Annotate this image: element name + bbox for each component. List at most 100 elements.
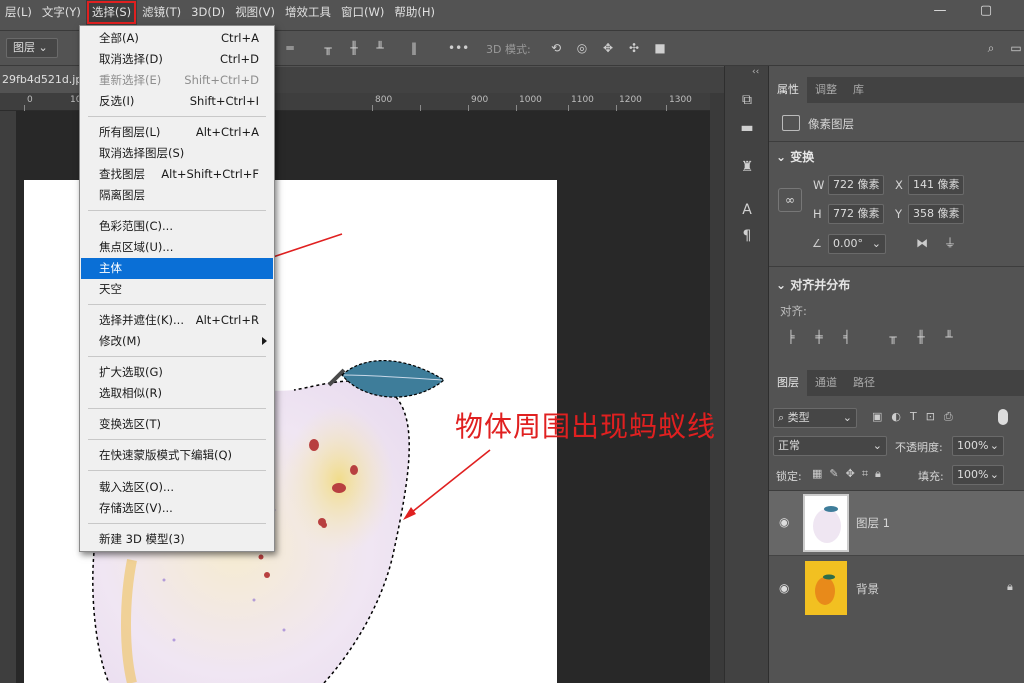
menu-item-all-layers[interactable]: 所有图层(L) Alt+Ctrl+A	[81, 122, 273, 143]
layer-filter-dropdown[interactable]: ⌕ 类型 ⌄	[773, 408, 857, 428]
tab-libraries[interactable]: 库	[845, 77, 872, 103]
menu-item-deselect-layers[interactable]: 取消选择图层(S)	[81, 143, 273, 164]
menu-select[interactable]: 选择(S)	[85, 0, 138, 25]
menu-item-quick-mask[interactable]: 在快速蒙版模式下编辑(Q)	[81, 445, 273, 466]
flip-vertical-icon[interactable]: ⏚	[944, 234, 956, 251]
opacity-field[interactable]: 100% ⌄	[952, 436, 1004, 456]
menu-item-color-range[interactable]: 色彩范围(C)...	[81, 216, 273, 237]
minimize-button[interactable]: —	[920, 0, 960, 25]
menu-item-subject[interactable]: 主体	[81, 258, 273, 279]
maximize-button[interactable]: ▢	[966, 0, 1006, 25]
menu-window[interactable]: 窗口(W)	[336, 0, 389, 25]
menu-item-new-3d-model[interactable]: 新建 3D 模型(3)	[81, 529, 273, 550]
ruler-label: 1100	[571, 95, 594, 105]
fill-field[interactable]: 100% ⌄	[952, 465, 1004, 485]
align-icon[interactable]: ═	[282, 38, 298, 58]
menu-item-save-selection[interactable]: 存储选区(V)...	[81, 498, 273, 519]
menu-item-transform-selection[interactable]: 变换选区(T)	[81, 414, 273, 435]
tab-paths[interactable]: 路径	[845, 370, 883, 396]
align-hcenter-icon[interactable]: ╪	[812, 330, 826, 344]
menu-help[interactable]: 帮助(H)	[389, 0, 440, 25]
menu-layer[interactable]: 层(L)	[0, 0, 37, 25]
menu-item-inverse[interactable]: 反选(I) Shift+Ctrl+I	[81, 91, 273, 112]
y-field[interactable]: 358 像素	[908, 204, 964, 224]
menu-item-deselect[interactable]: 取消选择(D) Ctrl+D	[81, 49, 273, 70]
layer-name[interactable]: 图层 1	[856, 515, 890, 531]
menu-item-sky[interactable]: 天空	[81, 279, 273, 300]
menu-item-shortcut: Ctrl+A	[221, 31, 259, 45]
divider	[769, 141, 1024, 142]
layer-name[interactable]: 背景	[856, 581, 879, 597]
tab-adjustments[interactable]: 调整	[807, 77, 845, 103]
layer-filter-icons[interactable]: ▣◐T⊡⎙	[872, 410, 962, 424]
drag-3d-icon[interactable]: ✥	[600, 38, 616, 58]
document-tab[interactable]: 29fb4d521d.jpg	[0, 67, 82, 93]
menu-item-grow[interactable]: 扩大选取(G)	[81, 362, 273, 383]
align-vcenter-icon[interactable]: ╫	[346, 38, 362, 58]
height-field[interactable]: 772 像素	[828, 204, 884, 224]
tab-layers[interactable]: 图层	[769, 370, 807, 396]
align-top-icon[interactable]: ╥	[320, 38, 336, 58]
transform-section-title[interactable]: ⌄ 变换	[776, 148, 814, 165]
ruler-label: 1000	[519, 95, 542, 105]
auto-select-dropdown[interactable]: 图层 ⌄	[6, 38, 58, 58]
menu-item-label: 隔离图层	[99, 188, 145, 202]
tab-channels[interactable]: 通道	[807, 370, 845, 396]
collapse-panels-icon[interactable]: ‹‹	[752, 67, 759, 77]
stamp-icon[interactable]: ♜	[734, 155, 760, 179]
menu-item-label: 反选(I)	[99, 94, 135, 108]
menu-item-select-all[interactable]: 全部(A) Ctrl+A	[81, 28, 273, 49]
link-icon[interactable]: ∞	[778, 188, 802, 212]
menu-item-similar[interactable]: 选取相似(R)	[81, 383, 273, 404]
character-icon[interactable]: A	[734, 198, 760, 222]
align-top-edge-icon[interactable]: ╥	[886, 330, 900, 344]
menu-separator	[88, 210, 266, 211]
history-icon[interactable]: ⧉	[734, 88, 760, 112]
align-section-title[interactable]: ⌄ 对齐并分布	[776, 276, 850, 293]
align-left-icon[interactable]: ╞	[784, 330, 798, 344]
align-vcenter-edge-icon[interactable]: ╫	[914, 330, 928, 344]
menu-3d[interactable]: 3D(D)	[186, 0, 230, 25]
width-field[interactable]: 722 像素	[828, 175, 884, 195]
align-title: 对齐并分布	[790, 278, 851, 292]
menu-filter[interactable]: 滤镜(T)	[137, 0, 186, 25]
eye-icon[interactable]: ◉	[779, 515, 789, 529]
menu-item-modify[interactable]: 修改(M)	[81, 331, 273, 352]
menu-item-find-layers[interactable]: 查找图层 Alt+Shift+Ctrl+F	[81, 164, 273, 185]
lock-icons[interactable]: ▦✎✥⌗🔒︎	[812, 467, 888, 481]
menu-item-isolate-layers[interactable]: 隔离图层	[81, 185, 273, 206]
comment-icon[interactable]: ▬	[734, 116, 760, 140]
menu-item-reselect[interactable]: 重新选择(E) Shift+Ctrl+D	[81, 70, 273, 91]
eye-icon[interactable]: ◉	[779, 581, 789, 595]
workspace-icon[interactable]: ▭	[1008, 38, 1024, 58]
align-bottom-edge-icon[interactable]: ╨	[942, 330, 956, 344]
menu-item-load-selection[interactable]: 载入选区(O)...	[81, 477, 273, 498]
paragraph-icon[interactable]: ¶	[734, 224, 760, 248]
menu-plugins[interactable]: 增效工具	[280, 0, 336, 25]
menu-item-label: 选取相似(R)	[99, 386, 162, 400]
tab-properties[interactable]: 属性	[769, 77, 807, 103]
orbit-3d-icon[interactable]: ⟲	[548, 38, 564, 58]
video-3d-icon[interactable]: ■	[652, 38, 668, 58]
more-options-icon[interactable]: •••	[448, 38, 469, 58]
filter-toggle-icon[interactable]	[998, 409, 1008, 425]
menu-view[interactable]: 视图(V)	[230, 0, 280, 25]
menu-item-focus-area[interactable]: 焦点区域(U)...	[81, 237, 273, 258]
angle-field[interactable]: 0.00° ⌄	[828, 234, 886, 254]
menu-type[interactable]: 文字(Y)	[37, 0, 86, 25]
align-bottom-icon[interactable]: ╨	[372, 38, 388, 58]
x-field[interactable]: 141 像素	[908, 175, 964, 195]
layer-row[interactable]: ◉ 背景 🔒︎	[769, 555, 1024, 619]
search-icon[interactable]: ⌕	[983, 38, 999, 58]
vertical-ruler	[0, 111, 16, 683]
layer-row[interactable]: ◉ 图层 1	[769, 491, 1024, 555]
blend-mode-dropdown[interactable]: 正常 ⌄	[773, 436, 887, 456]
menu-item-label: 全部(A)	[99, 31, 139, 45]
flip-horizontal-icon[interactable]: ⧓	[916, 236, 928, 250]
slide-3d-icon[interactable]: ✣	[626, 38, 642, 58]
align-right-icon[interactable]: ╡	[840, 330, 854, 344]
distribute-icon[interactable]: ‖	[406, 38, 422, 58]
vertical-scrollbar[interactable]	[710, 93, 724, 683]
menu-item-select-and-mask[interactable]: 选择并遮住(K)... Alt+Ctrl+R	[81, 310, 273, 331]
roll-3d-icon[interactable]: ◎	[574, 38, 590, 58]
